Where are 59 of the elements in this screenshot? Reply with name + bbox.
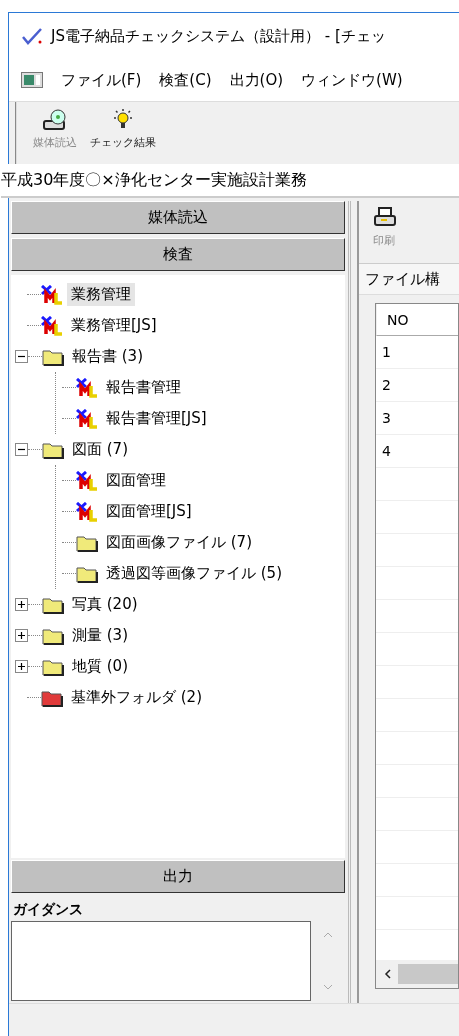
guidance-text-area[interactable] — [11, 921, 311, 1001]
folder-icon — [42, 440, 64, 459]
tree-item[interactable]: 図面 (7) — [68, 438, 132, 461]
table-cell: 2 — [376, 369, 458, 402]
menu-item[interactable]: 出力(O) — [229, 70, 284, 90]
toolbar-label: 媒体読込 — [33, 135, 77, 150]
tree-item[interactable]: 報告書管理 — [102, 376, 185, 399]
collapse-toggle[interactable] — [15, 443, 28, 456]
checkmark-pen-icon — [21, 27, 43, 45]
panel-button[interactable]: 検査 — [11, 238, 345, 271]
xml-file-icon — [76, 408, 98, 429]
tree-item[interactable]: 報告書 (3) — [68, 345, 147, 368]
menu-item[interactable]: 検査(C) — [159, 70, 212, 90]
toolbar-label: 印刷 — [373, 233, 395, 248]
menu-item[interactable]: ウィンドウ(W) — [301, 70, 403, 90]
expand-toggle[interactable] — [15, 660, 28, 673]
folder-icon — [42, 626, 64, 645]
tree-item[interactable]: 図面管理 — [102, 469, 170, 492]
folder-icon — [42, 347, 64, 366]
folder-icon — [42, 657, 64, 676]
table-cell: 4 — [376, 435, 458, 468]
panel-button[interactable]: 出力 — [11, 860, 345, 893]
disc-drive-icon[interactable] — [42, 108, 68, 132]
tree-item[interactable]: 図面画像ファイル (7) — [102, 531, 256, 554]
tab[interactable]: ファイル構 — [359, 264, 459, 295]
collapse-toggle[interactable] — [15, 350, 28, 363]
xml-file-icon — [76, 501, 98, 522]
tree-item[interactable]: 基準外フォルダ (2) — [67, 686, 206, 709]
window-title: JS電子納品チェックシステム（設計用） - [チェッ — [51, 26, 386, 46]
folder-icon — [41, 688, 63, 707]
tree-item[interactable]: 業務管理 — [67, 283, 135, 306]
guidance-label: ガイダンス — [12, 900, 84, 919]
project-title: 平成30年度〇×浄化センター実施設計業務 — [1, 164, 459, 198]
xml-file-icon — [76, 470, 98, 491]
panel-button[interactable]: 媒体読込 — [11, 201, 345, 234]
tree-item[interactable]: 業務管理[JS] — [67, 314, 161, 337]
expand-toggle[interactable] — [15, 629, 28, 642]
xml-file-icon — [41, 284, 63, 305]
tree-item[interactable]: 測量 (3) — [68, 624, 132, 647]
column-header[interactable]: NO — [376, 304, 458, 336]
menu-item[interactable]: ファイル(F) — [61, 70, 142, 90]
table-cell: 3 — [376, 402, 458, 435]
folder-icon — [42, 595, 64, 614]
tree-item[interactable]: 地質 (0) — [68, 655, 132, 678]
table-cell: 1 — [376, 336, 458, 369]
expand-toggle[interactable] — [15, 598, 28, 611]
xml-file-icon — [41, 315, 63, 336]
tree-item[interactable]: 報告書管理[JS] — [102, 407, 211, 430]
scrollbar-thumb[interactable] — [398, 964, 458, 984]
printer-icon[interactable] — [373, 207, 397, 229]
window-icon — [21, 72, 43, 88]
folder-icon — [76, 564, 98, 583]
xml-file-icon — [76, 377, 98, 398]
tree-item[interactable]: 図面管理[JS] — [102, 500, 196, 523]
tree-item[interactable]: 写真 (20) — [68, 593, 142, 616]
folder-icon — [76, 533, 98, 552]
scroll-left-icon[interactable] — [384, 969, 392, 979]
tree-item[interactable]: 透過図等画像ファイル (5) — [102, 562, 286, 585]
toolbar-label: チェック結果 — [90, 135, 156, 150]
